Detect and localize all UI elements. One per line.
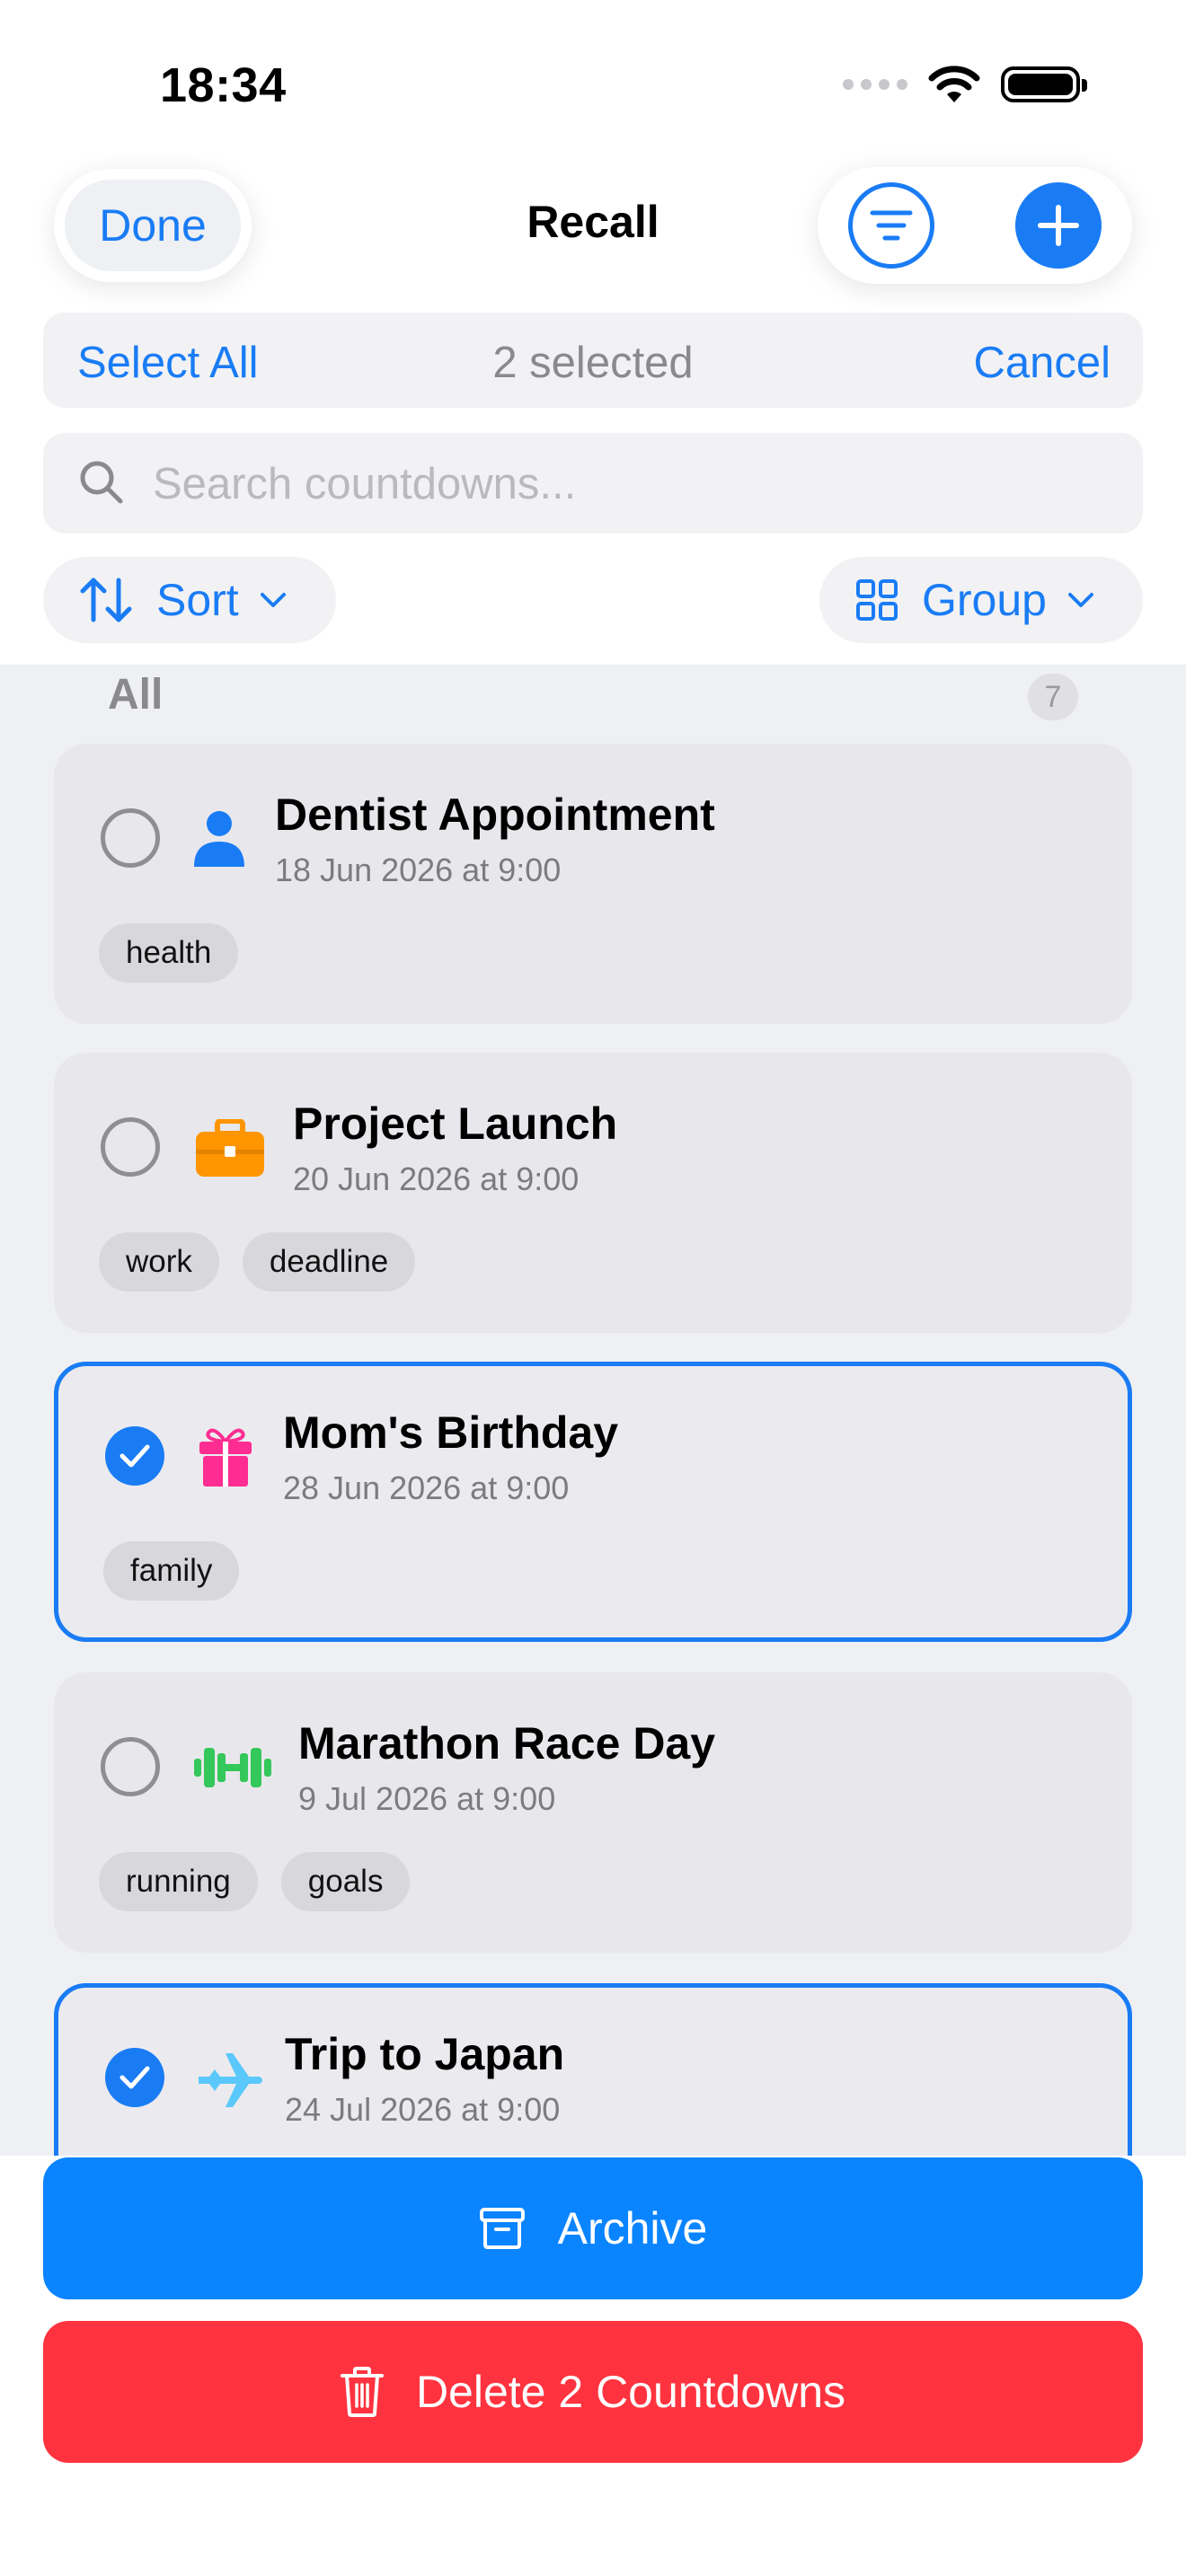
group-label: Group [922, 575, 1047, 625]
chevron-down-icon [1067, 591, 1095, 609]
toolbar-actions [818, 167, 1132, 284]
person-icon [190, 808, 248, 868]
archive-label: Archive [557, 2203, 708, 2254]
archive-button[interactable]: Archive [43, 2157, 1143, 2299]
selection-radio-checked[interactable] [105, 2048, 164, 2107]
tag-list: running goals [99, 1852, 411, 1911]
briefcase-icon [194, 1117, 266, 1180]
section-title: All [108, 671, 164, 719]
tag: work [99, 1232, 219, 1292]
countdown-title: Project Launch [293, 1098, 618, 1149]
trash-icon [340, 2367, 384, 2417]
wifi-icon [928, 66, 980, 102]
cancel-button[interactable]: Cancel [973, 338, 1111, 388]
search-bar [43, 433, 1143, 534]
selection-bar: Select All 2 selected Cancel [43, 313, 1143, 408]
plus-icon [1038, 205, 1079, 246]
search-icon [80, 461, 123, 504]
countdown-card[interactable]: Project Launch 20 Jun 2026 at 9:00 work … [54, 1053, 1132, 1333]
countdown-title: Mom's Birthday [283, 1407, 619, 1458]
filter-icon [870, 210, 913, 241]
countdown-title: Dentist Appointment [275, 790, 715, 840]
selection-radio[interactable] [101, 808, 160, 868]
chevron-down-icon [259, 591, 288, 609]
tag-list: family [103, 1541, 240, 1601]
countdown-date: 20 Jun 2026 at 9:00 [293, 1160, 580, 1197]
status-time: 18:34 [160, 58, 287, 112]
delete-countdowns-button[interactable]: Delete 2 Countdowns [43, 2321, 1143, 2463]
grid-icon [855, 578, 898, 622]
selection-radio[interactable] [101, 1737, 160, 1796]
countdown-card[interactable]: Dentist Appointment 18 Jun 2026 at 9:00 … [54, 744, 1132, 1024]
gift-icon [197, 1425, 254, 1488]
battery-icon [1001, 66, 1087, 102]
checkmark-icon [119, 1444, 150, 1468]
sort-label: Sort [156, 575, 239, 625]
tag: health [99, 923, 239, 983]
checkmark-icon [119, 2066, 150, 2089]
delete-label: Delete 2 Countdowns [415, 2367, 846, 2417]
add-countdown-button[interactable] [1015, 182, 1102, 269]
filter-button[interactable] [848, 182, 934, 269]
countdown-title: Trip to Japan [285, 2029, 565, 2079]
countdown-date: 18 Jun 2026 at 9:00 [275, 851, 562, 888]
tag: family [103, 1541, 240, 1601]
selection-radio[interactable] [101, 1117, 160, 1177]
tag-list: health [99, 923, 239, 983]
tag: running [99, 1852, 258, 1911]
select-all-button[interactable]: Select All [77, 338, 259, 388]
search-input[interactable] [151, 451, 1107, 517]
section-count-badge: 7 [1028, 674, 1078, 720]
airplane-icon [195, 2049, 267, 2112]
countdown-card[interactable]: Mom's Birthday 28 Jun 2026 at 9:00 famil… [54, 1362, 1132, 1642]
sort-button[interactable]: Sort [43, 557, 336, 643]
tag-list: work deadline [99, 1232, 416, 1292]
archive-box-icon [479, 2207, 526, 2250]
group-button[interactable]: Group [819, 557, 1143, 643]
dumbbell-icon [194, 1744, 271, 1791]
cellular-signal-icon [843, 79, 907, 90]
tag: deadline [242, 1232, 416, 1292]
countdown-date: 9 Jul 2026 at 9:00 [298, 1780, 556, 1817]
countdown-card[interactable]: Marathon Race Day 9 Jul 2026 at 9:00 run… [54, 1672, 1132, 1953]
status-icons [843, 65, 1087, 104]
sort-arrows-icon [79, 575, 133, 625]
selection-radio-checked[interactable] [105, 1426, 164, 1486]
tag: goals [280, 1852, 411, 1911]
countdown-date: 28 Jun 2026 at 9:00 [283, 1469, 570, 1506]
countdown-date: 24 Jul 2026 at 9:00 [285, 2091, 561, 2128]
countdown-title: Marathon Race Day [298, 1718, 716, 1769]
